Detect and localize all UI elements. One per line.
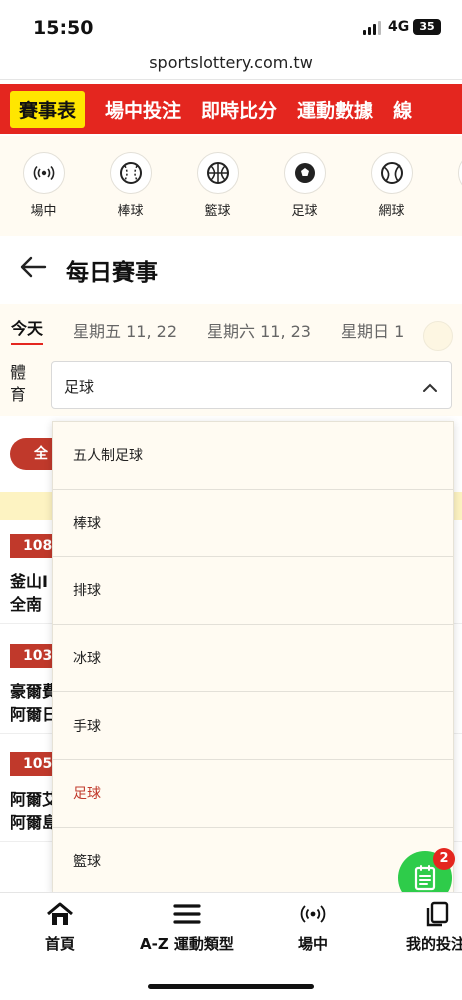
home-team: 豪爾費 [10, 682, 52, 701]
calendar-button[interactable] [423, 321, 453, 351]
tennis-icon [370, 152, 413, 194]
sport-dropdown-menu: 五人制足球 棒球 排球 冰球 手球 足球 籃球 [52, 421, 454, 893]
dropdown-option[interactable]: 棒球 [53, 490, 453, 558]
tab-friday[interactable]: 星期五 11, 22 [73, 318, 177, 342]
bottom-nav-label: 我的投注 [406, 935, 462, 953]
betslip-count-badge: 2 [433, 848, 455, 870]
sport-live[interactable]: 場中 [0, 136, 87, 236]
url-text: sportslottery.com.tw [149, 53, 313, 72]
home-icon [47, 902, 73, 925]
status-bar: 15:50 4G 35 [0, 0, 462, 48]
tab-sunday[interactable]: 星期日 1 [341, 318, 404, 342]
sport-filter-label: 體育 [10, 363, 27, 404]
nav-live-scores[interactable]: 即時比分 [201, 96, 277, 123]
sport-basketball[interactable]: 籃球 [174, 136, 261, 236]
chevron-up-icon [422, 379, 438, 398]
live-signal-icon [22, 152, 65, 194]
tab-today[interactable]: 今天 [11, 315, 44, 345]
sport-label: 網球 [378, 204, 405, 219]
copy-icon [426, 901, 449, 927]
page-header: 每日賽事 [0, 236, 462, 300]
dropdown-option[interactable]: 排球 [53, 557, 453, 625]
sport-soccer[interactable]: 足球 [261, 136, 348, 236]
more-sport-icon [457, 152, 462, 194]
signal-icon [363, 21, 381, 35]
dropdown-option[interactable]: 籃球 [53, 828, 453, 892]
home-team: 釜山I [10, 572, 48, 591]
back-arrow-icon[interactable] [18, 253, 48, 285]
tab-saturday[interactable]: 星期六 11, 23 [207, 318, 311, 342]
sport-baseball[interactable]: 棒球 [87, 136, 174, 236]
sport-tennis[interactable]: 網球 [348, 136, 435, 236]
date-tabs: 今天 星期五 11, 22 星期六 11, 23 星期日 1 [0, 304, 462, 356]
nav-sports-stats[interactable]: 運動數據 [297, 96, 373, 123]
away-team: 阿爾島 [10, 813, 52, 832]
menu-icon [173, 904, 201, 924]
browser-url-bar[interactable]: sportslottery.com.tw [0, 48, 462, 80]
away-team: 全南 [10, 595, 43, 614]
bottom-nav-my-bets[interactable]: 我的投注 [406, 901, 462, 954]
home-indicator [148, 984, 314, 989]
dropdown-option[interactable]: 手球 [53, 692, 453, 760]
basketball-icon [196, 152, 239, 194]
sport-filter-row: 體育 足球 [0, 356, 462, 416]
sport-category-bar: 場中 棒球 籃球 足球 網球 [0, 136, 462, 236]
status-time: 15:50 [33, 17, 94, 39]
bottom-nav-label: 場中 [298, 935, 329, 953]
dropdown-option-selected[interactable]: 足球 [53, 760, 453, 828]
top-nav: 賽事表 場中投注 即時比分 運動數據 線 [0, 84, 462, 134]
nav-more[interactable]: 線 [393, 96, 412, 123]
home-team: 阿爾艾 [10, 790, 52, 809]
sport-select[interactable]: 足球 [51, 361, 452, 409]
bottom-nav-az-sports[interactable]: A-Z 運動類型 [140, 901, 234, 954]
battery-icon: 35 [413, 19, 441, 35]
dropdown-option[interactable]: 五人制足球 [53, 422, 453, 490]
baseball-icon [109, 152, 152, 194]
soccer-icon [283, 152, 326, 194]
page-title: 每日賽事 [66, 260, 158, 286]
dropdown-option[interactable]: 冰球 [53, 625, 453, 693]
nav-live-betting[interactable]: 場中投注 [105, 96, 181, 123]
bottom-nav-home[interactable]: 首頁 [45, 901, 75, 954]
network-type: 4G [388, 19, 410, 35]
betslip-icon [414, 865, 436, 891]
sport-label: 場中 [30, 204, 57, 219]
nav-schedule[interactable]: 賽事表 [10, 90, 86, 128]
sport-label: 棒球 [117, 204, 144, 219]
sport-label: 籃球 [204, 204, 231, 219]
live-signal-icon [300, 905, 326, 923]
bottom-nav-live[interactable]: 場中 [298, 901, 328, 954]
bottom-nav-label: A-Z 運動類型 [140, 935, 234, 953]
sport-select-value: 足球 [64, 378, 95, 396]
sport-label: 足球 [291, 204, 318, 219]
away-team: 阿爾日 [10, 705, 52, 724]
bottom-nav-label: 首頁 [45, 935, 76, 953]
sport-more[interactable] [435, 136, 462, 236]
